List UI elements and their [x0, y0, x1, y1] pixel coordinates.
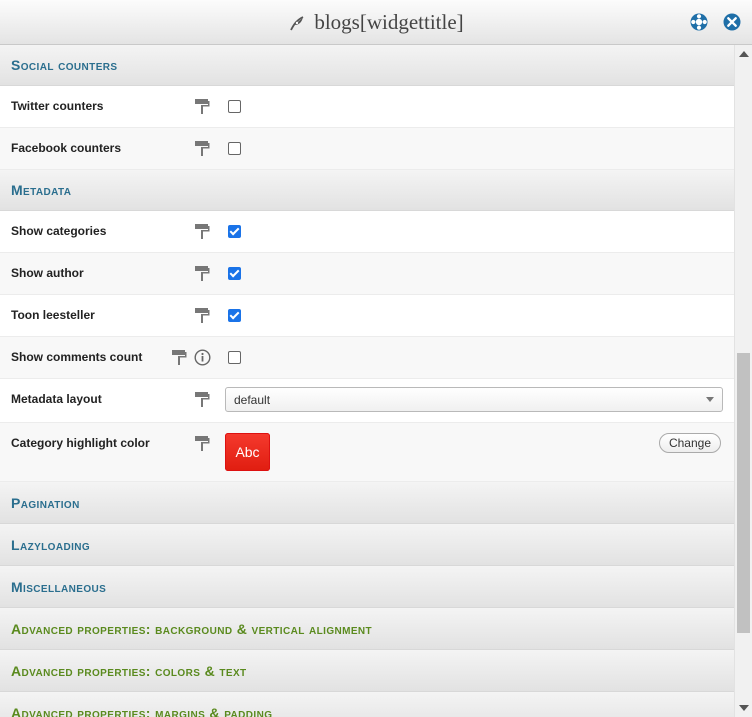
toon-leesteller-checkbox[interactable]: [228, 309, 241, 322]
section-metadata[interactable]: Metadata: [0, 170, 734, 211]
change-color-button[interactable]: Change: [659, 433, 721, 453]
show-author-checkbox[interactable]: [228, 267, 241, 280]
paint-roller-icon[interactable]: [194, 223, 210, 240]
field-label: Facebook counters: [11, 141, 122, 155]
dialog-title-text: blogs[widgettitle]: [314, 10, 464, 34]
section-social-counters[interactable]: Social counters: [0, 45, 734, 86]
paint-roller-icon[interactable]: [194, 435, 210, 452]
properties-dialog: blogs[widgettitle] Social counters Twitt…: [0, 0, 752, 717]
info-icon[interactable]: [194, 349, 211, 366]
section-miscellaneous[interactable]: Miscellaneous: [0, 566, 734, 608]
field-label: Toon leesteller: [11, 308, 95, 322]
feather-icon: [290, 15, 304, 30]
close-icon[interactable]: [722, 12, 742, 32]
metadata-layout-select[interactable]: default: [225, 387, 723, 412]
paint-roller-icon[interactable]: [171, 349, 187, 366]
title-bar: blogs[widgettitle]: [0, 0, 752, 45]
chevron-down-icon: [706, 397, 714, 402]
section-advanced-colors-text[interactable]: Advanced properties: colors & text: [0, 650, 734, 692]
properties-panel: Social counters Twitter counters Faceboo…: [0, 45, 734, 717]
field-toon-leesteller: Toon leesteller: [0, 295, 734, 337]
section-advanced-margins-padding[interactable]: Advanced properties: margins & padding: [0, 692, 734, 717]
paint-roller-icon[interactable]: [194, 307, 210, 324]
show-categories-checkbox[interactable]: [228, 225, 241, 238]
field-metadata-layout: Metadata layout default: [0, 379, 734, 423]
field-label: Show categories: [11, 224, 107, 238]
facebook-checkbox[interactable]: [228, 142, 241, 155]
color-preview-swatch[interactable]: Abc: [225, 433, 270, 471]
paint-roller-icon[interactable]: [194, 265, 210, 282]
paint-roller-icon[interactable]: [194, 98, 210, 115]
field-show-author: Show author: [0, 253, 734, 295]
field-label: Category highlight color: [11, 436, 150, 450]
field-twitter-counters: Twitter counters: [0, 86, 734, 128]
field-facebook-counters: Facebook counters: [0, 128, 734, 170]
vertical-scrollbar[interactable]: [734, 45, 752, 717]
lifebuoy-icon[interactable]: [689, 12, 709, 32]
field-label: Twitter counters: [11, 99, 104, 113]
field-label: Show author: [11, 266, 84, 280]
field-label: Show comments count: [11, 350, 143, 364]
field-label: Metadata layout: [11, 392, 102, 406]
section-advanced-background[interactable]: Advanced properties: background & vertic…: [0, 608, 734, 650]
show-comments-checkbox[interactable]: [228, 351, 241, 364]
section-pagination[interactable]: Pagination: [0, 482, 734, 524]
scrollbar-thumb[interactable]: [737, 353, 750, 633]
section-lazyloading[interactable]: Lazyloading: [0, 524, 734, 566]
scroll-up-arrow-icon[interactable]: [739, 51, 749, 57]
dialog-title: blogs[widgettitle]: [0, 0, 752, 45]
field-show-categories: Show categories: [0, 211, 734, 253]
select-value: default: [234, 393, 271, 407]
paint-roller-icon[interactable]: [194, 391, 210, 408]
twitter-checkbox[interactable]: [228, 100, 241, 113]
paint-roller-icon[interactable]: [194, 140, 210, 157]
field-category-highlight-color: Category highlight color Abc Change: [0, 423, 734, 482]
field-show-comments-count: Show comments count: [0, 337, 734, 379]
scroll-down-arrow-icon[interactable]: [739, 705, 749, 711]
